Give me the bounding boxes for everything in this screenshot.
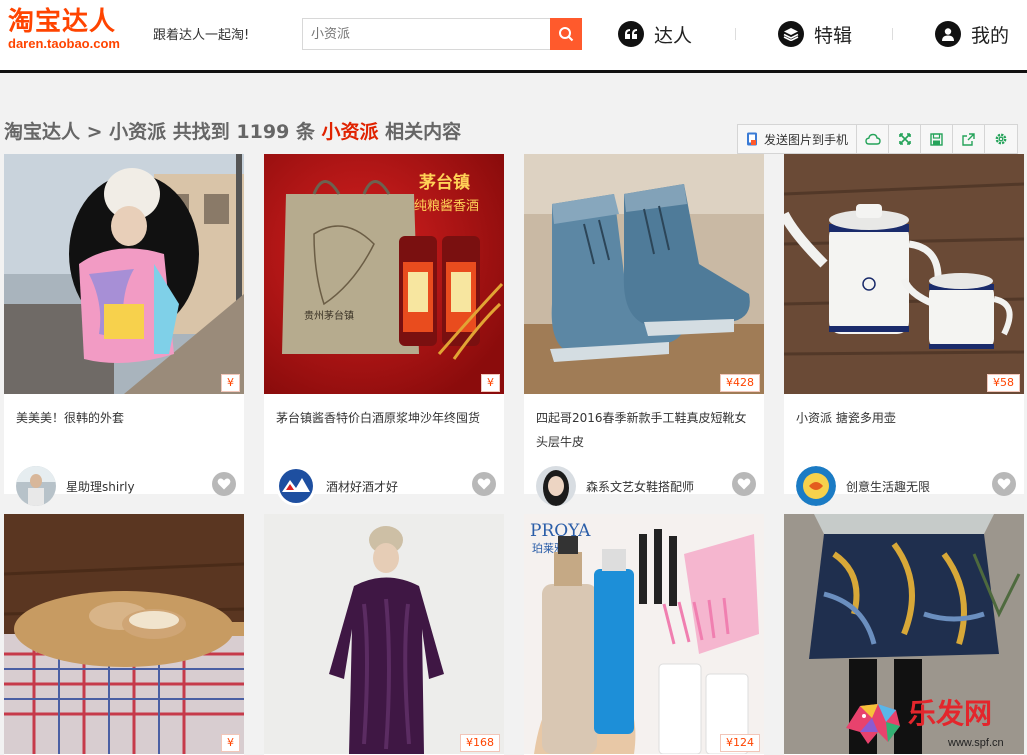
product-image[interactable]: ¥428 [524, 154, 764, 394]
result-unit: 条 [289, 121, 322, 143]
image-slogan-text: 纯粮酱香酒 [414, 199, 479, 214]
avatar[interactable] [796, 466, 836, 506]
avatar[interactable] [536, 466, 576, 506]
like-button[interactable] [212, 472, 236, 496]
product-card[interactable]: 贵州茅台镇 茅台镇 纯粮酱香酒 ¥ 茅台镇酱香特价白酒原浆坤沙年终囤货 酒材好酒… [264, 154, 504, 506]
result-suffix: 相关内容 [378, 121, 462, 143]
search-icon [559, 27, 574, 42]
heart-icon [737, 478, 751, 490]
product-card[interactable]: ¥ [4, 514, 244, 755]
product-price: ¥ [221, 374, 240, 392]
author-info[interactable]: 创意生活趣无限 [796, 466, 1016, 506]
product-image[interactable]: ¥168 [264, 514, 504, 754]
product-title[interactable]: 茅台镇酱香特价白酒原浆坤沙年终囤货 [276, 406, 494, 430]
avatar[interactable] [276, 466, 316, 506]
product-price: ¥168 [460, 734, 500, 752]
product-card[interactable]: ¥428 四起哥2016春季新款手工鞋真皮短靴女头层牛皮 森系文艺女鞋搭配师 [524, 154, 764, 506]
save-button[interactable] [921, 125, 954, 153]
cloud-icon [864, 133, 881, 145]
like-button[interactable] [732, 472, 756, 496]
product-card[interactable]: ¥168 [264, 514, 504, 755]
cloud-button[interactable] [857, 125, 890, 153]
product-title[interactable]: 四起哥2016春季新款手工鞋真皮短靴女头层牛皮 [536, 406, 754, 454]
expand-icon [898, 133, 911, 145]
nav-divider [892, 28, 893, 40]
logo-sub-text: daren.taobao.com [8, 36, 120, 51]
nav-daren[interactable]: 达人 [618, 18, 692, 50]
nav-special-label: 特辑 [814, 24, 853, 47]
author-info[interactable]: 酒材好酒才好 [276, 466, 496, 506]
author-name: 创意生活趣无限 [846, 479, 931, 494]
watermark-text: 乐发网 [908, 697, 992, 730]
user-icon [935, 21, 961, 47]
like-button[interactable] [992, 472, 1016, 496]
share-icon [962, 132, 975, 146]
share-button[interactable] [953, 125, 986, 153]
phone-icon [747, 132, 757, 146]
author-info[interactable]: 星助理shirly [16, 466, 236, 506]
product-title[interactable]: 小资派 搪瓷多用壶 [796, 406, 1014, 430]
result-count: 1199 [236, 121, 290, 143]
nav-mine[interactable]: 我的 [935, 18, 1009, 50]
site-watermark: 乐发网 www.spf.cn [838, 688, 1023, 755]
product-image[interactable]: ¥ [4, 154, 244, 394]
search-box [302, 18, 582, 50]
product-price: ¥ [221, 734, 240, 752]
nav-daren-label: 达人 [654, 24, 693, 47]
search-input[interactable] [303, 19, 549, 49]
heart-icon [217, 478, 231, 490]
image-toolbar: 发送图片到手机 [737, 124, 1019, 154]
author-info[interactable]: 森系文艺女鞋搭配师 [536, 466, 756, 506]
result-found-prefix: 共找到 [166, 121, 237, 143]
nav-divider [735, 28, 736, 40]
breadcrumb-root[interactable]: 淘宝达人 [4, 121, 80, 143]
breadcrumb-current: 小资派 [109, 121, 167, 143]
product-image[interactable]: ¥58 [784, 154, 1024, 394]
author-name: 酒材好酒才好 [326, 479, 399, 494]
breadcrumb-separator: > [80, 121, 110, 143]
author-name: 森系文艺女鞋搭配师 [586, 479, 695, 494]
product-price: ¥124 [720, 734, 760, 752]
watermark-url: www.spf.cn [947, 737, 1004, 749]
layers-icon [778, 21, 804, 47]
product-card[interactable]: ¥ 美美美！很韩的外套 星助理shirly [4, 154, 244, 506]
product-price: ¥428 [720, 374, 760, 392]
product-image[interactable]: PROYA 珀莱雅 ¥124 [524, 514, 764, 754]
heart-icon [477, 478, 491, 490]
site-slogan: 跟着达人一起淘! [153, 28, 250, 43]
settings-icon [995, 133, 1007, 145]
send-to-phone-button[interactable]: 发送图片到手机 [738, 125, 858, 153]
result-keyword: 小资派 [321, 121, 379, 143]
product-card[interactable]: PROYA 珀莱雅 ¥124 [524, 514, 764, 755]
author-name: 星助理shirly [66, 479, 135, 494]
product-card[interactable]: ¥58 小资派 搪瓷多用壶 创意生活趣无限 [784, 154, 1024, 506]
save-icon [930, 132, 943, 146]
avatar[interactable] [16, 466, 56, 506]
quote-icon [618, 21, 644, 47]
product-image[interactable]: ¥ [4, 514, 244, 754]
breadcrumb: 淘宝达人 > 小资派 共找到 1199 条 小资派 相关内容 [4, 117, 461, 144]
site-header: 淘宝达人 daren.taobao.com 跟着达人一起淘! 达人 特辑 我的 [0, 0, 1027, 73]
svg-text:贵州茅台镇: 贵州茅台镇 [304, 309, 354, 322]
expand-button[interactable] [889, 125, 922, 153]
image-brand-text: 茅台镇 [419, 172, 470, 193]
site-logo[interactable]: 淘宝达人 daren.taobao.com [8, 8, 120, 51]
product-price: ¥ [481, 374, 500, 392]
heart-icon [997, 478, 1011, 490]
logo-main-text: 淘宝达人 [8, 7, 117, 37]
send-to-phone-label: 发送图片到手机 [764, 132, 849, 147]
product-title[interactable]: 美美美！很韩的外套 [16, 406, 234, 430]
nav-special[interactable]: 特辑 [778, 18, 852, 50]
product-price: ¥58 [987, 374, 1020, 392]
product-image[interactable]: 贵州茅台镇 茅台镇 纯粮酱香酒 ¥ [264, 154, 504, 394]
nav-mine-label: 我的 [971, 24, 1010, 47]
like-button[interactable] [472, 472, 496, 496]
search-button[interactable] [550, 18, 582, 50]
settings-button[interactable] [985, 125, 1017, 153]
